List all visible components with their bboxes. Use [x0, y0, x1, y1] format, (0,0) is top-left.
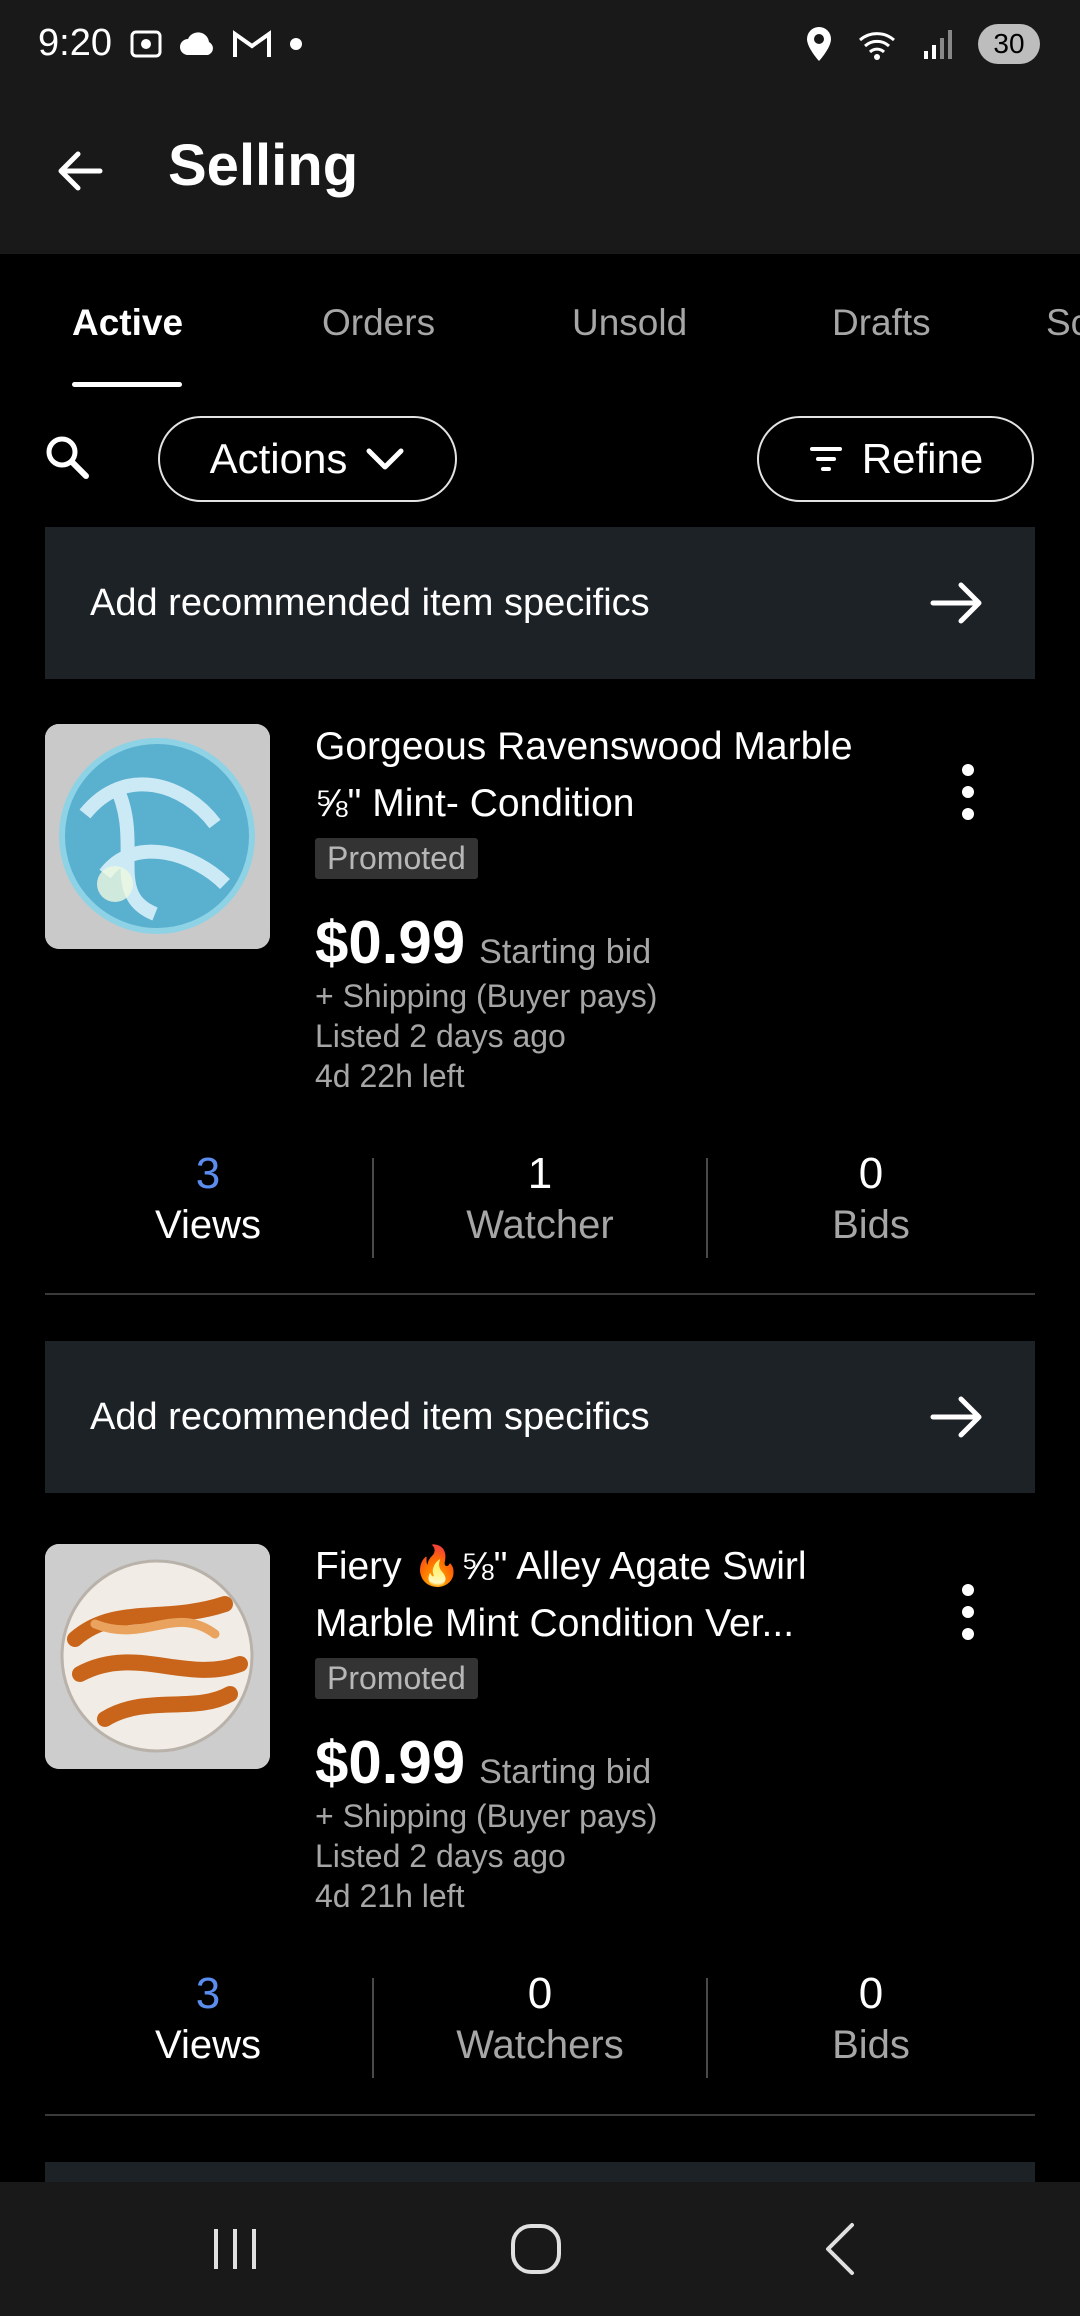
location-icon — [807, 27, 831, 61]
battery-level: 30 — [993, 28, 1025, 59]
views-stat[interactable]: 3 Views — [43, 1968, 373, 2070]
active-tab-indicator — [72, 382, 182, 387]
watchers-label: Watchers — [456, 2023, 624, 2067]
price-type: Starting bid — [479, 933, 652, 971]
watchers-count: 0 — [527, 1969, 553, 2018]
cloud-icon — [180, 32, 213, 55]
item-specifics-banner[interactable]: Add recommended item specifics — [45, 527, 1035, 679]
listing-title[interactable]: Fiery 🔥⅝" Alley Agate Swirl Marble Mint … — [315, 1538, 875, 1652]
views-count: 3 — [195, 1969, 221, 2018]
tab-drafts[interactable]: Drafts — [832, 302, 931, 344]
listing-thumbnail[interactable] — [45, 724, 270, 949]
divider — [45, 2114, 1035, 2116]
divider — [45, 1293, 1035, 1295]
tab-scheduled[interactable]: Sc — [1046, 302, 1080, 344]
recent-apps-icon[interactable] — [200, 2217, 270, 2281]
actions-button[interactable]: Actions — [158, 416, 457, 502]
refine-button[interactable]: Refine — [757, 416, 1034, 502]
dot-icon — [290, 38, 302, 50]
back-arrow-icon[interactable] — [50, 141, 110, 201]
home-icon[interactable] — [501, 2217, 571, 2281]
chevron-down-icon — [366, 448, 404, 470]
wifi-icon — [859, 32, 895, 60]
stat-divider — [372, 1158, 374, 1258]
back-icon[interactable] — [806, 2217, 876, 2281]
gmail-icon — [233, 30, 271, 57]
watchers-stat: 1 Watcher — [375, 1148, 705, 1250]
tab-orders[interactable]: Orders — [322, 302, 435, 344]
views-label: Views — [155, 1203, 261, 1247]
time-left: 4d 21h left — [315, 1878, 465, 1914]
views-label: Views — [155, 2023, 261, 2067]
bids-stat: 0 Bids — [706, 1148, 1036, 1250]
refine-label: Refine — [861, 435, 984, 482]
listed-date: Listed 2 days ago — [315, 1838, 566, 1874]
promoted-badge: Promoted — [315, 1658, 478, 1699]
watchers-count: 1 — [527, 1149, 553, 1198]
page-title: Selling — [168, 133, 359, 198]
bids-count: 0 — [858, 1149, 884, 1198]
banner-text: Add recommended item specifics — [90, 1395, 650, 1438]
signal-icon — [924, 30, 952, 59]
listing-stats: 3 Views 0 Watchers 0 Bids — [0, 1968, 1080, 2078]
price-type: Starting bid — [479, 1753, 652, 1791]
banner-text: Add recommended item specifics — [90, 581, 650, 624]
arrow-right-icon — [930, 1396, 982, 1438]
tab-bar: Active Orders Unsold Drafts Sc — [0, 254, 1080, 394]
item-specifics-banner[interactable]: Add recommended item specifics — [45, 1341, 1035, 1493]
tab-unsold[interactable]: Unsold — [572, 302, 687, 344]
views-stat[interactable]: 3 Views — [43, 1148, 373, 1250]
stat-divider — [372, 1978, 374, 2078]
app-bar: Selling — [0, 96, 1080, 254]
bids-label: Bids — [832, 1203, 910, 1247]
item-specifics-banner-partial[interactable] — [45, 2162, 1035, 2182]
watchers-stat: 0 Watchers — [375, 1968, 705, 2070]
status-bar: 9:20 30 — [0, 0, 1080, 96]
listing-thumbnail[interactable] — [45, 1544, 270, 1769]
listing-price: $0.99 — [315, 909, 466, 976]
marble-image — [45, 1544, 270, 1769]
filter-icon — [809, 447, 842, 471]
more-options-icon[interactable] — [950, 1582, 986, 1642]
tab-active[interactable]: Active — [72, 302, 183, 344]
listed-date: Listed 2 days ago — [315, 1018, 566, 1054]
listing-price: $0.99 — [315, 1729, 466, 1796]
search-icon[interactable] — [44, 434, 90, 480]
listing-title[interactable]: Gorgeous Ravenswood Marble ⅝" Mint- Cond… — [315, 718, 875, 832]
shipping-info: + Shipping (Buyer pays) — [315, 1798, 658, 1834]
status-time: 9:20 — [38, 22, 112, 64]
toolbar: Actions Refine — [0, 410, 1080, 510]
actions-label: Actions — [209, 435, 348, 482]
bids-label: Bids — [832, 2023, 910, 2067]
bids-stat: 0 Bids — [706, 1968, 1036, 2070]
watchers-label: Watcher — [466, 1203, 614, 1247]
shipping-info: + Shipping (Buyer pays) — [315, 978, 658, 1014]
system-nav-bar — [0, 2182, 1080, 2316]
screenshot-icon — [130, 30, 162, 58]
views-count: 3 — [195, 1149, 221, 1198]
battery-icon: 30 — [978, 24, 1040, 64]
marble-image — [45, 724, 270, 949]
listing-stats: 3 Views 1 Watcher 0 Bids — [0, 1148, 1080, 1258]
arrow-right-icon — [930, 582, 982, 624]
bids-count: 0 — [858, 1969, 884, 2018]
time-left: 4d 22h left — [315, 1058, 465, 1094]
promoted-badge: Promoted — [315, 838, 478, 879]
more-options-icon[interactable] — [950, 762, 986, 822]
